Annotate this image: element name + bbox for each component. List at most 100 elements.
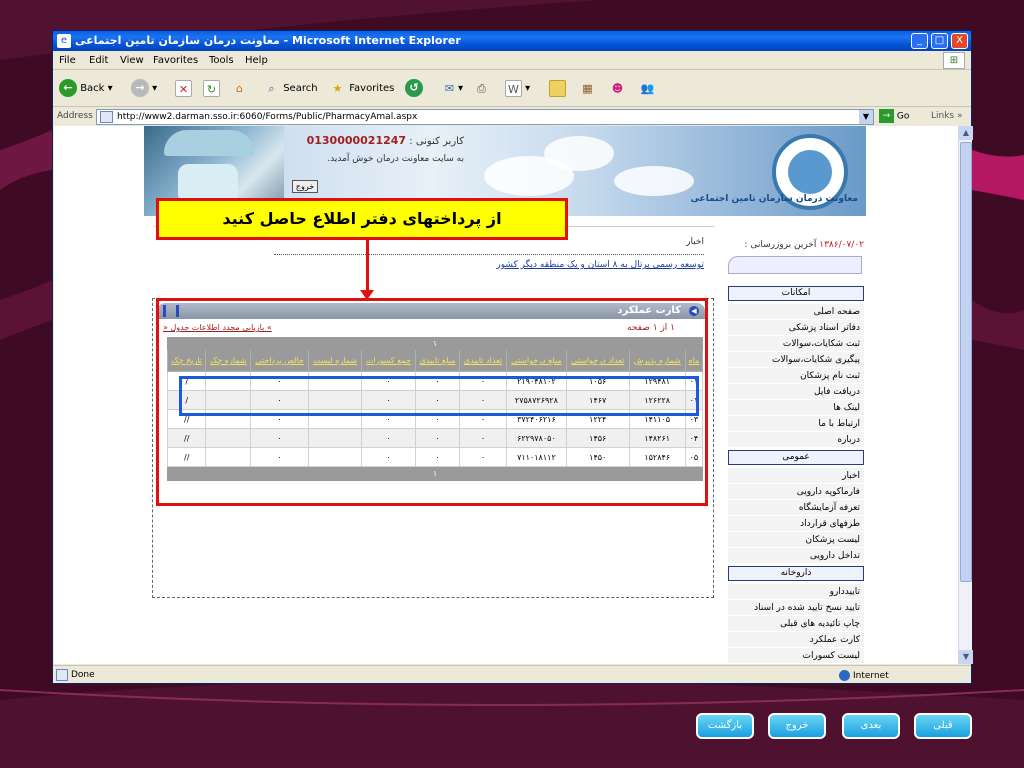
sidebar-item-contractors[interactable]: طرفهای قرارداد (728, 516, 864, 532)
exit-slide-button[interactable]: خروج (768, 713, 826, 739)
sidebar-item-track-complaints[interactable]: پیگیری شکایات،سوالات (728, 352, 864, 368)
go-label: Go (896, 111, 910, 122)
maximize-button[interactable]: □ (931, 33, 948, 49)
globe-icon (839, 670, 850, 681)
sidebar-item-home[interactable]: صفحه اصلی (728, 304, 864, 320)
history-icon: ↺ (405, 79, 423, 97)
user-id: 0130000021247 (306, 134, 407, 147)
menu-help[interactable]: Help (245, 55, 268, 66)
edit-button[interactable]: W ▾ (505, 78, 530, 100)
menu-bar: File Edit View Favorites Tools Help ⊞ (53, 51, 971, 70)
forward-button[interactable]: → ▾ (131, 78, 157, 100)
menu-edit[interactable]: Edit (89, 55, 108, 66)
folder-button[interactable] (549, 78, 566, 100)
address-dropdown-icon[interactable]: ▼ (859, 110, 873, 124)
scroll-down-icon[interactable]: ▼ (959, 650, 973, 664)
header-exit-button[interactable]: خروج (292, 180, 318, 193)
scroll-thumb[interactable] (960, 142, 972, 582)
address-label: Address (57, 111, 93, 121)
history-button[interactable]: ↺ (405, 78, 423, 100)
print-icon: ⎙ (477, 81, 486, 95)
sidebar-item-approved-prescriptions[interactable]: تایید نسخ تایید شده در اسناد (728, 600, 864, 616)
menu-favorites[interactable]: Favorites (153, 55, 198, 66)
minimize-button[interactable]: _ (911, 33, 928, 49)
sidebar-item-doctor-register[interactable]: ثبت نام پزشکان (728, 368, 864, 384)
research-button[interactable]: ▦ (579, 78, 596, 100)
last-update-date: ۱۳۸۶/۰۷/۰۲ (819, 240, 864, 250)
back-label: Back (80, 83, 105, 94)
decorative-curve (728, 256, 862, 274)
messenger-button[interactable]: ☻ (609, 78, 626, 100)
contacts-icon: 👥 (640, 81, 655, 95)
vertical-scrollbar[interactable]: ▲ ▼ (958, 126, 973, 664)
close-button[interactable]: X (951, 33, 968, 49)
next-slide-button[interactable]: بعدی (842, 713, 900, 739)
sidebar-item-complaints[interactable]: ثبت شکایات،سوالات (728, 336, 864, 352)
prev-slide-button[interactable]: قبلی (914, 713, 972, 739)
contacts-button[interactable]: 👥 (639, 78, 656, 100)
go-button[interactable]: → Go (879, 109, 909, 123)
scroll-up-icon[interactable]: ▲ (959, 126, 973, 140)
mail-button[interactable]: ✉ ▾ (441, 78, 463, 100)
edit-icon: W (505, 79, 522, 97)
menu-view[interactable]: View (120, 55, 144, 66)
sidebar-item-links[interactable]: لینک ها (728, 400, 864, 416)
sidebar-item-doctors-list[interactable]: لیست پزشکان (728, 532, 864, 548)
callout-box: از پرداختهای دفتر اطلاع حاصل کنید (156, 198, 568, 240)
sidebar-item-about[interactable]: درباره (728, 432, 864, 448)
folder-icon (549, 79, 566, 97)
home-button[interactable]: ⌂ (231, 78, 248, 100)
sidebar-item-news[interactable]: اخبار (728, 468, 864, 484)
ie-page-icon: e (57, 34, 71, 48)
cloud-shape (614, 166, 694, 196)
back-button[interactable]: ← Back ▾ (59, 78, 113, 100)
sidebar-head-public: عمومی (728, 450, 864, 465)
sidebar: امکانات صفحه اصلی دفاتر اسناد پزشکی ثبت … (726, 286, 866, 664)
cloud-shape (544, 136, 614, 171)
callout-pointer-arrow-icon (360, 290, 374, 300)
search-icon: ⌕ (268, 81, 275, 95)
windows-logo-icon: ⊞ (943, 52, 965, 69)
callout-pointer-line (366, 240, 369, 292)
stop-icon: ✕ (175, 79, 192, 97)
back-arrow-icon: ← (59, 79, 77, 97)
news-link[interactable]: توسعه رسمی پرتال به ۸ استان و یک منطقه د… (496, 260, 704, 270)
messenger-icon: ☻ (611, 81, 624, 95)
sidebar-item-drug-interactions[interactable]: تداخل دارویی (728, 548, 864, 564)
links-button[interactable]: Links » (931, 111, 963, 121)
address-url: http://www2.darman.sso.ir:6060/Forms/Pub… (117, 112, 418, 122)
logo-emblem (788, 150, 832, 194)
sidebar-item-performance-card[interactable]: کارت عملکرد (728, 632, 864, 648)
links-label: Links (931, 111, 955, 121)
sidebar-item-lab-tariff[interactable]: تعرفه آزمایشگاه (728, 500, 864, 516)
favorites-button[interactable]: ★ Favorites (329, 78, 395, 100)
sidebar-item-contact[interactable]: ارتباط با ما (728, 416, 864, 432)
page-icon (100, 111, 113, 123)
sidebar-item-deductions-list[interactable]: لیست کسورات (728, 648, 864, 664)
refresh-icon: ↻ (203, 79, 220, 97)
stop-button[interactable]: ✕ (175, 78, 192, 100)
address-bar: Address http://www2.darman.sso.ir:6060/F… (53, 108, 971, 126)
sidebar-item-print-approvals[interactable]: چاپ تائیدیه های قبلی (728, 616, 864, 632)
refresh-button[interactable]: ↻ (203, 78, 220, 100)
sidebar-item-medical-docs[interactable]: دفاتر اسناد پزشکی (728, 320, 864, 336)
go-arrow-icon: → (879, 109, 894, 123)
research-icon: ▦ (582, 81, 593, 95)
menu-tools[interactable]: Tools (209, 55, 234, 66)
dotted-divider (274, 254, 704, 255)
surgical-cap (164, 130, 254, 156)
address-input[interactable]: http://www2.darman.sso.ir:6060/Forms/Pub… (96, 109, 874, 125)
status-bar: Done Internet (53, 665, 971, 683)
sidebar-item-drug-approval[interactable]: تاییددارو (728, 584, 864, 600)
forward-arrow-icon: → (131, 79, 149, 97)
status-text: Done (71, 670, 95, 680)
zone-label: Internet (853, 671, 889, 681)
menu-file[interactable]: File (59, 55, 76, 66)
sidebar-item-pharmacopeia[interactable]: فارماکوپه دارویی (728, 484, 864, 500)
sidebar-item-download[interactable]: دریافت فایل (728, 384, 864, 400)
print-button[interactable]: ⎙ (473, 78, 490, 100)
last-update: ۱۳۸۶/۰۷/۰۲ آخرین بروزرسانی : (728, 240, 864, 250)
favorites-label: Favorites (349, 83, 395, 94)
back-slide-button[interactable]: بازگشت (696, 713, 754, 739)
search-button[interactable]: ⌕ Search (263, 78, 317, 100)
